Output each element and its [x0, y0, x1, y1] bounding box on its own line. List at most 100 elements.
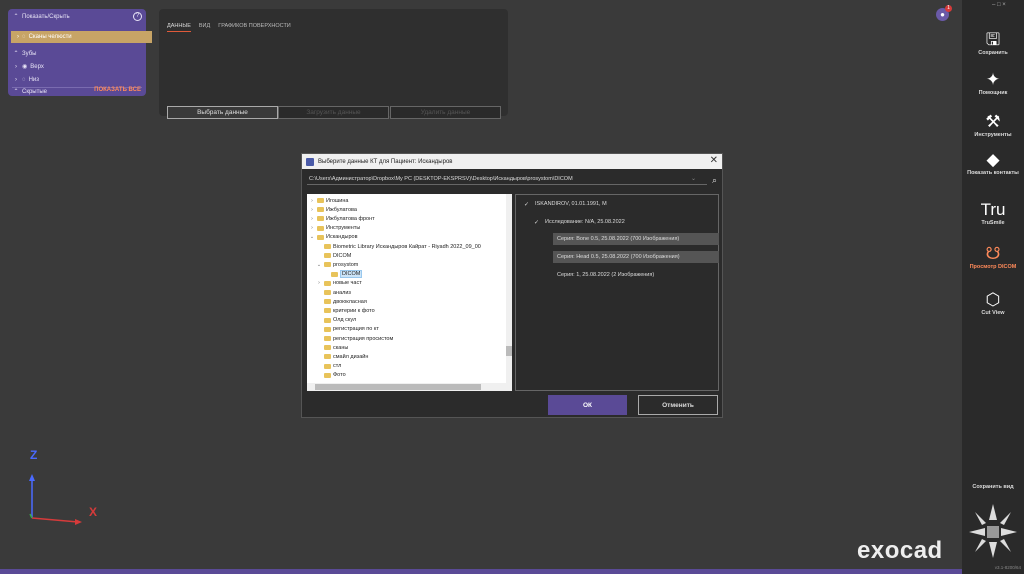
folder-icon: [324, 336, 331, 341]
tab-view[interactable]: ВИД: [199, 23, 210, 32]
tree-item[interactable]: › новые част: [316, 279, 362, 288]
chevron-right-icon[interactable]: ›: [309, 198, 315, 204]
show-hide-header[interactable]: ⌃ Показать/Скрыть: [13, 12, 70, 21]
tree-item[interactable]: сканы: [316, 343, 348, 352]
ok-button[interactable]: ОК: [548, 395, 627, 415]
toolbar-label: Cut View: [981, 310, 1005, 316]
tree-item[interactable]: › Инструменты: [309, 224, 360, 233]
folder-tree[interactable]: › Игошина › Ижбулатова › Ижбулатова фронт › Инс…: [307, 194, 512, 391]
select-data-button[interactable]: Выбрать данные: [167, 106, 278, 119]
tree-item[interactable]: › Ижбулатова фронт: [309, 214, 375, 223]
toolbar-tools[interactable]: ⚒ Инструменты: [962, 112, 1024, 138]
series-row[interactable]: Серия: Bone 0.5, 25.08.2022 (700 Изображ…: [553, 233, 719, 245]
tree-item[interactable]: Biometric Library Искандыров Кайрат - Ri…: [316, 242, 481, 251]
tab-surface-graphs[interactable]: ГРАФИКОВ ПОВЕРХНОСТИ: [218, 23, 291, 32]
tree-item-label: регистрация просистом: [333, 335, 394, 342]
toolbar-label: Показать контакты: [967, 170, 1019, 176]
chevron-down-icon[interactable]: ⌄: [316, 262, 322, 268]
chevron-right-icon[interactable]: ›: [309, 216, 315, 222]
path-field[interactable]: C:\Users\Администратор\Dropbox\My PC (DE…: [307, 174, 707, 185]
series-row[interactable]: Серия: 1, 25.08.2022 (2 Изображения): [553, 269, 719, 281]
eye-icon[interactable]: ◉: [22, 63, 27, 70]
tree-item[interactable]: Олд скул: [316, 316, 356, 325]
teeth-header[interactable]: ⌃ Зубы: [13, 49, 36, 58]
tree-item-label: двоюкласная: [333, 298, 367, 305]
scroll-thumb[interactable]: [506, 346, 512, 356]
chevron-right-icon: ›: [17, 34, 19, 40]
tree-item[interactable]: смайл дизайн: [316, 352, 368, 361]
study-row[interactable]: ✓ Исследование: N/A, 25.08.2022: [534, 216, 625, 228]
eye-off-icon[interactable]: ◌: [22, 34, 26, 40]
upper-item[interactable]: › ◉ Верх: [13, 62, 44, 71]
chevron-right-icon[interactable]: ›: [309, 225, 315, 231]
tree-item[interactable]: критерии к фото: [316, 306, 375, 315]
upper-label: Верх: [30, 63, 44, 70]
dialog-titlebar[interactable]: Выберите данные КТ для Пациент: Искандыр…: [302, 154, 722, 169]
folder-icon: [324, 317, 331, 323]
tree-item[interactable]: ⌄ prosystom: [316, 260, 358, 269]
chevron-right-icon[interactable]: ›: [316, 280, 322, 286]
x-axis-label: X: [89, 505, 98, 519]
chevron-right-icon[interactable]: ›: [309, 207, 315, 213]
chevron-down-icon[interactable]: ⌄: [691, 175, 696, 182]
folder-icon: [324, 326, 331, 332]
tab-data[interactable]: ДАННЫЕ: [167, 23, 191, 32]
folder-icon: [324, 363, 331, 369]
tree-item-label: Ижбулатова фронт: [326, 215, 375, 222]
tree-item[interactable]: Фото: [316, 371, 346, 380]
tree-item[interactable]: двоюкласная: [316, 297, 367, 306]
tree-item[interactable]: › Игошина: [309, 196, 348, 205]
cancel-button[interactable]: Отменить: [638, 395, 718, 415]
tree-item[interactable]: регистрация по кт: [316, 325, 379, 334]
toolbar-wizard-wand[interactable]: ✦ Помощник: [962, 70, 1024, 96]
show-all-button[interactable]: ПОКАЗАТЬ ВСЕ: [94, 87, 141, 93]
toolbar-contacts[interactable]: ◆ Показать контакты: [962, 150, 1024, 176]
folder-icon: [331, 271, 338, 277]
tree-item[interactable]: регистрация просистом: [316, 334, 393, 343]
tree-item-label: Ижбулатова: [326, 206, 357, 213]
tree-item-label: prosystom: [333, 261, 359, 268]
show-hide-label: Показать/Скрыть: [22, 13, 70, 20]
version-label: v3.1-8200/64: [994, 565, 1021, 570]
help-icon[interactable]: ?: [133, 12, 142, 21]
toolbar-label: Инструменты: [974, 132, 1012, 138]
check-icon: ✓: [534, 219, 540, 226]
tools-icon: ⚒: [985, 112, 1001, 131]
tree-item[interactable]: DICOM: [316, 251, 351, 260]
folder-icon: [324, 244, 331, 249]
eye-off-icon[interactable]: ◌: [22, 77, 26, 83]
load-data-button[interactable]: Загрузить данные: [278, 106, 389, 119]
tree-item-label: анализ: [333, 289, 351, 296]
toolbar-cut-view[interactable]: ⬡ Cut View: [962, 290, 1024, 316]
search-icon[interactable]: ⌕: [712, 175, 717, 186]
close-icon[interactable]: ✕: [710, 155, 718, 166]
data-panel-tabs: ДАННЫЕ ВИД ГРАФИКОВ ПОВЕРХНОСТИ: [167, 23, 291, 32]
jaw-scans-item[interactable]: › ◌ Сканы челюсти: [11, 31, 152, 43]
folder-icon: [317, 216, 324, 222]
tree-item[interactable]: › Ижбулатова: [309, 205, 357, 214]
scroll-thumb[interactable]: [315, 384, 481, 390]
series-row[interactable]: Серия: Head 0.5, 25.08.2022 (700 Изображ…: [553, 251, 719, 263]
tree-item[interactable]: DICOM: [323, 270, 363, 279]
chevron-up-icon: ⌃: [13, 89, 19, 95]
toolbar-dicom-jaw[interactable]: ☋ Просмотр DICOM: [962, 244, 1024, 270]
exocad-logo: exocad: [857, 537, 943, 564]
hidden-header[interactable]: ⌃ Скрытые: [13, 87, 47, 96]
chevron-right-icon: ›: [15, 63, 17, 70]
save-view-label: Сохранить вид: [972, 484, 1014, 490]
window-controls[interactable]: – □ ×: [992, 2, 1006, 8]
toolbar-trusmile[interactable]: Tru TruSmile: [962, 200, 1024, 226]
tree-item-label: Инструменты: [326, 225, 361, 232]
view-cube-icon[interactable]: [967, 502, 1019, 560]
chevron-down-icon[interactable]: ⌄: [309, 234, 315, 240]
delete-data-button[interactable]: Удалить данные: [390, 106, 501, 119]
dialog-title: Выберите данные КТ для Пациент: Искандыр…: [318, 158, 453, 165]
series-label: Серия: 1, 25.08.2022 (2 Изображения): [557, 272, 655, 278]
tree-item[interactable]: анализ: [316, 288, 351, 297]
patient-row[interactable]: ✓ ISKANDIROV, 01.01.1991, M: [524, 198, 607, 210]
tree-item[interactable]: ⌄ Искандыров: [309, 233, 358, 242]
toolbar-save[interactable]: 🖫 Сохранить: [962, 30, 1024, 56]
tree-item[interactable]: стл: [316, 362, 341, 371]
lower-item[interactable]: › ◌ Низ: [13, 75, 39, 84]
folder-icon: [324, 262, 331, 268]
